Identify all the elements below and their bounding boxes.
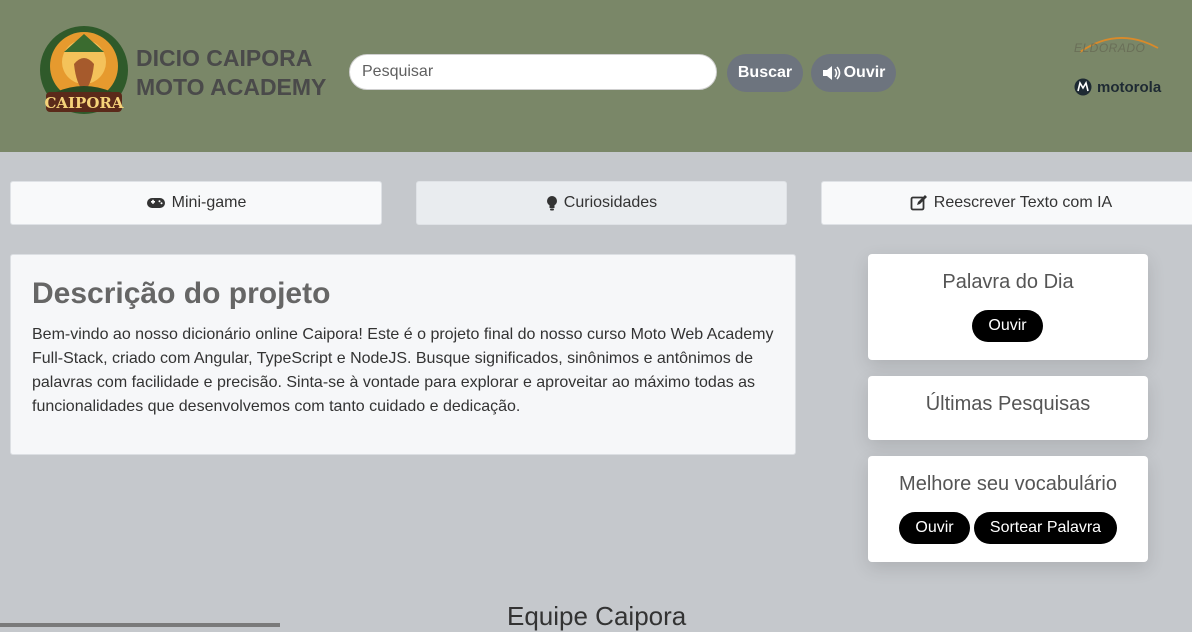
palavra-ouvir-label: Ouvir: [988, 317, 1027, 334]
listen-button[interactable]: Ouvir: [811, 54, 896, 92]
sortear-palavra-button[interactable]: Sortear Palavra: [974, 512, 1117, 544]
brand-line1: DICIO CAIPORA: [136, 45, 313, 71]
palavra-do-dia-title: Palavra do Dia: [942, 271, 1074, 293]
sortear-palavra-label: Sortear Palavra: [989, 519, 1102, 536]
motorola-logo: motorola: [1074, 78, 1161, 96]
eldorado-text: ELDORADO: [1074, 41, 1146, 55]
description-text: Bem-vindo ao nosso dicionário online Cai…: [32, 326, 774, 415]
logo-text: CAIPORA: [44, 94, 123, 112]
horizontal-scrollbar[interactable]: [0, 623, 280, 627]
team-title: Equipe Caipora: [507, 601, 687, 631]
palavra-do-dia-card: Palavra do Dia Ouvir: [868, 254, 1148, 360]
motorola-text: motorola: [1097, 78, 1162, 96]
description-card: Descrição do projeto Bem-vindo ao nosso …: [10, 254, 796, 455]
search-input[interactable]: [349, 54, 717, 90]
caipora-logo[interactable]: CAIPORA: [34, 22, 134, 122]
ultimas-pesquisas-title: Últimas Pesquisas: [925, 393, 1091, 415]
curiosidades-button[interactable]: Curiosidades: [416, 181, 787, 225]
palavra-ouvir-button[interactable]: Ouvir: [972, 310, 1043, 342]
volume-icon: [822, 66, 840, 80]
melhore-ouvir-button[interactable]: Ouvir: [899, 512, 970, 544]
description-title: Descrição do projeto: [32, 277, 331, 310]
reescrever-label: Reescrever Texto com IA: [933, 194, 1113, 211]
search-button[interactable]: Buscar: [727, 54, 803, 92]
melhore-vocabulario-card: Melhore seu vocabulário Ouvir Sortear Pa…: [868, 456, 1148, 562]
minigame-label: Mini-game: [171, 194, 247, 211]
listen-button-label: Ouvir: [843, 64, 886, 81]
reescrever-button[interactable]: Reescrever Texto com IA: [821, 181, 1192, 225]
ultimas-pesquisas-card: Últimas Pesquisas: [868, 376, 1148, 440]
minigame-button[interactable]: Mini-game: [10, 181, 382, 225]
edit-icon: [910, 195, 927, 211]
lightbulb-icon: [546, 196, 557, 211]
gamepad-icon: [146, 198, 165, 208]
curiosidades-label: Curiosidades: [563, 194, 658, 211]
brand-title: DICIO CAIPORA MOTO ACADEMY: [136, 44, 326, 102]
melhore-ouvir-label: Ouvir: [915, 519, 954, 536]
melhore-vocabulario-title: Melhore seu vocabulário: [899, 473, 1117, 495]
motorola-logo-icon: [1074, 78, 1092, 96]
brand-line2: MOTO ACADEMY: [136, 74, 327, 100]
search-button-label: Buscar: [737, 64, 793, 81]
header: CAIPORA DICIO CAIPORA MOTO ACADEMY Busca…: [0, 0, 1192, 152]
